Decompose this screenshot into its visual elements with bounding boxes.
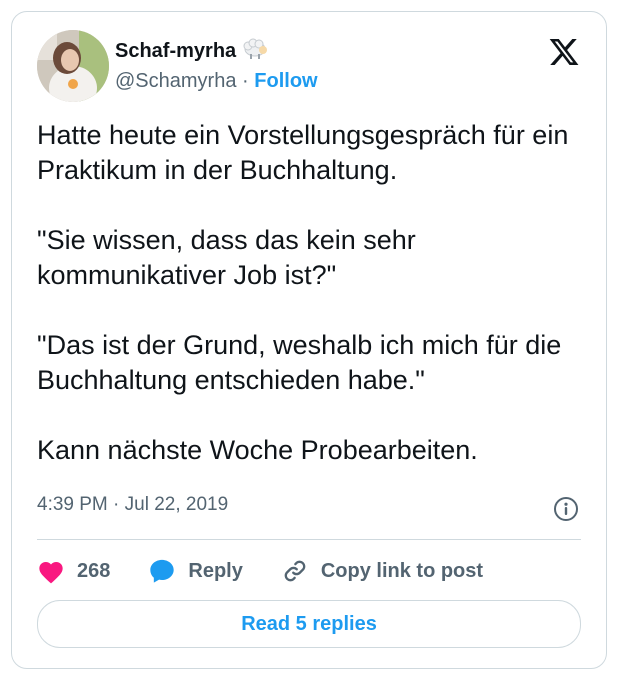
author-display-name[interactable]: Schaf-myrha bbox=[115, 40, 236, 63]
tweet-paragraph: "Das ist der Grund, weshalb ich mich für… bbox=[37, 330, 562, 395]
author-handle[interactable]: @Schamyrha bbox=[115, 70, 236, 92]
info-icon[interactable] bbox=[553, 496, 579, 522]
avatar[interactable] bbox=[37, 30, 109, 102]
tweet-card: Schaf-myrha @Schamyrha · Follow Hatte he… bbox=[11, 11, 607, 669]
tweet-paragraph: Hatte heute ein Vorstellungsgespräch für… bbox=[37, 120, 569, 185]
author-name-row: Schaf-myrha bbox=[115, 38, 268, 65]
follow-button[interactable]: Follow bbox=[254, 70, 317, 92]
link-icon bbox=[281, 557, 309, 585]
like-button[interactable]: 268 bbox=[37, 558, 110, 584]
reply-button[interactable]: Reply bbox=[148, 557, 243, 585]
tweet-date: Jul 22, 2019 bbox=[124, 494, 229, 515]
divider bbox=[37, 539, 581, 540]
author-handle-row: @Schamyrha · Follow bbox=[115, 70, 318, 93]
reply-bubble-icon bbox=[148, 557, 176, 585]
copy-link-button[interactable]: Copy link to post bbox=[281, 557, 483, 585]
tweet-text: Hatte heute ein Vorstellungsgespräch für… bbox=[37, 118, 597, 468]
sheep-emoji-icon bbox=[242, 38, 268, 65]
action-bar: 268 Reply Copy link to post bbox=[37, 552, 521, 590]
read-replies-label: Read 5 replies bbox=[241, 612, 377, 635]
tweet-paragraph: "Sie wissen, dass das kein sehr kommunik… bbox=[37, 225, 416, 290]
read-replies-button[interactable]: Read 5 replies bbox=[37, 600, 581, 648]
x-logo-icon[interactable] bbox=[548, 36, 580, 68]
tweet-timestamp[interactable]: 4:39 PM · Jul 22, 2019 bbox=[37, 494, 228, 516]
timestamp-separator: · bbox=[113, 494, 120, 515]
copy-link-label: Copy link to post bbox=[320, 559, 484, 582]
tweet-time: 4:39 PM bbox=[37, 494, 108, 515]
handle-separator: · bbox=[242, 70, 249, 92]
tweet-paragraph: Kann nächste Woche Probearbeiten. bbox=[37, 435, 478, 465]
like-count: 268 bbox=[77, 559, 111, 582]
avatar-image bbox=[37, 30, 109, 102]
heart-icon bbox=[37, 558, 65, 584]
reply-label: Reply bbox=[188, 559, 243, 582]
